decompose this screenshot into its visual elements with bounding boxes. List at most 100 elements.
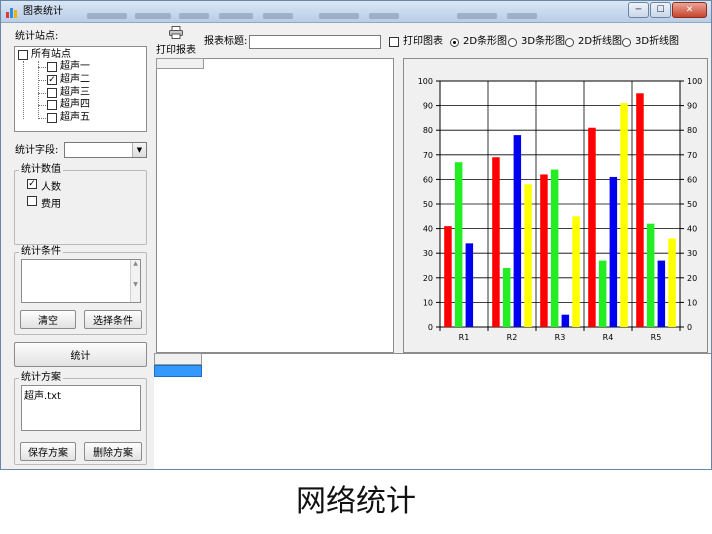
app-chart-icon — [6, 8, 17, 18]
chart-type-label[interactable]: 2D条形图 — [463, 36, 507, 48]
tree-branch — [38, 67, 46, 68]
bar — [524, 184, 532, 327]
print-report-label: 打印报表 — [156, 45, 196, 56]
cost-checkbox[interactable] — [27, 196, 37, 206]
close-button[interactable]: ✕ — [672, 2, 707, 18]
report-grid-header-cell[interactable] — [156, 58, 204, 69]
chart-type-radio-2d-bar[interactable] — [450, 38, 459, 47]
tree-child-label[interactable]: 超声一 — [60, 61, 90, 73]
run-statistics-button[interactable]: 统计 — [14, 342, 147, 367]
tree-child-label[interactable]: 超声三 — [60, 87, 90, 99]
bar — [444, 226, 452, 327]
delete-plan-button[interactable]: 删除方案 — [84, 442, 142, 461]
bar — [668, 238, 676, 327]
chart-type-radio-3d-bar[interactable] — [508, 38, 517, 47]
tree-child-label[interactable]: 超声二 — [60, 74, 90, 86]
y-tick-label-right: 30 — [687, 249, 697, 258]
stations-label: 统计站点: — [15, 31, 59, 42]
bar — [572, 216, 580, 327]
chart-type-label[interactable]: 3D条形图 — [521, 36, 565, 48]
printer-icon — [169, 26, 183, 39]
select-conditions-button[interactable]: 选择条件 — [84, 310, 142, 329]
bar — [646, 223, 655, 327]
list-item[interactable]: 超声.txt — [24, 387, 61, 402]
field-select[interactable]: ▼ — [64, 142, 147, 158]
y-tick-label: 10 — [423, 298, 433, 307]
count-checkbox[interactable]: ✓ — [27, 179, 37, 189]
values-group: 统计数值 ✓ 人数 费用 — [14, 164, 147, 245]
print-chart-checkbox[interactable] — [389, 37, 399, 47]
chart-type-label[interactable]: 3D折线图 — [635, 36, 679, 48]
clear-button[interactable]: 清空 — [20, 310, 76, 329]
tree-branch — [38, 93, 46, 94]
delete-plan-label: 删除方案 — [93, 448, 133, 459]
bar — [588, 127, 596, 328]
tree-branch — [38, 118, 46, 119]
x-tick-label: R4 — [603, 333, 614, 342]
tree-root-label[interactable]: 所有站点 — [31, 49, 71, 61]
bar — [465, 243, 474, 327]
print-report-button[interactable]: 打印报表 — [155, 25, 197, 57]
tree-child-checkbox[interactable] — [47, 100, 57, 110]
minimize-button[interactable]: ─ — [628, 2, 649, 18]
cost-label[interactable]: 费用 — [41, 195, 61, 210]
detail-grid-header-cell[interactable] — [154, 353, 202, 365]
maximize-button[interactable]: ☐ — [650, 2, 671, 18]
y-tick-label-right: 10 — [687, 298, 697, 307]
tree-child-checkbox[interactable] — [47, 88, 57, 98]
save-plan-button[interactable]: 保存方案 — [20, 442, 76, 461]
maximize-icon: ☐ — [656, 5, 665, 15]
y-tick-label-right: 60 — [687, 175, 697, 184]
tree-child-label[interactable]: 超声五 — [60, 112, 90, 124]
station-tree[interactable]: 所有站点 超声一 ✓ 超声二 超声三 超声四 超声五 — [14, 46, 147, 132]
y-tick-label-right: 0 — [687, 323, 692, 332]
bar — [609, 176, 618, 327]
plan-list[interactable]: 超声.txt — [21, 385, 141, 431]
detail-grid[interactable] — [154, 353, 711, 469]
tree-branch — [38, 80, 46, 81]
report-title-label: 报表标题: — [204, 36, 248, 47]
bar — [454, 162, 463, 327]
count-label[interactable]: 人数 — [41, 178, 61, 193]
values-group-legend: 统计数值 — [19, 164, 63, 176]
tree-child-checkbox[interactable]: ✓ — [47, 75, 57, 85]
bar — [492, 157, 500, 327]
title-bar[interactable]: 图表统计 ─ ☐ ✕ — [1, 1, 711, 23]
tree-child-label[interactable]: 超声四 — [60, 99, 90, 111]
y-tick-label-right: 50 — [687, 200, 697, 209]
x-tick-label: R1 — [459, 333, 470, 342]
y-tick-label: 100 — [418, 77, 433, 86]
chart-pane: 0 0 10 10 20 20 30 30 40 40 50 50 60 60 70 70 80 80 90 90 10… — [403, 58, 708, 353]
field-label: 统计字段: — [15, 145, 59, 156]
chart-type-label[interactable]: 2D折线图 — [578, 36, 622, 48]
tree-root-checkbox[interactable] — [18, 50, 28, 60]
conditions-scrollbar[interactable]: ▲ ▼ — [130, 260, 140, 302]
tree-child-checkbox[interactable] — [47, 113, 57, 123]
chart-type-radio-2d-line[interactable] — [565, 38, 574, 47]
tree-child-checkbox[interactable] — [47, 62, 57, 72]
chevron-down-icon[interactable]: ▼ — [132, 143, 146, 157]
y-tick-label: 80 — [423, 126, 433, 135]
tree-connector — [38, 61, 39, 119]
bar-chart: 0 0 10 10 20 20 30 30 40 40 50 50 60 60 70 70 80 80 90 90 10… — [418, 77, 703, 342]
minimize-icon: ─ — [635, 5, 642, 15]
bar — [620, 103, 628, 327]
tree-connector — [23, 61, 24, 119]
print-chart-label[interactable]: 打印图表 — [403, 36, 443, 48]
app-window: 图表统计 ─ ☐ ✕ 统计站点: 所有站点 超声一 ✓ 超声二 超声三 超声四 … — [0, 0, 712, 470]
x-tick-label: R2 — [507, 333, 518, 342]
run-statistics-label: 统计 — [70, 351, 91, 362]
save-plan-label: 保存方案 — [28, 448, 68, 459]
chart-type-radio-3d-line[interactable] — [622, 38, 631, 47]
bar — [598, 260, 607, 327]
report-grid[interactable] — [156, 58, 394, 353]
detail-grid-selected-cell[interactable] — [154, 365, 202, 377]
bar — [513, 135, 522, 327]
conditions-textarea[interactable]: ▲ ▼ — [21, 259, 141, 303]
report-title-input[interactable] — [249, 35, 381, 49]
close-icon: ✕ — [685, 5, 694, 15]
tree-branch — [38, 105, 46, 106]
y-tick-label: 0 — [428, 323, 433, 332]
y-tick-label: 60 — [423, 175, 433, 184]
x-tick-label: R3 — [555, 333, 566, 342]
